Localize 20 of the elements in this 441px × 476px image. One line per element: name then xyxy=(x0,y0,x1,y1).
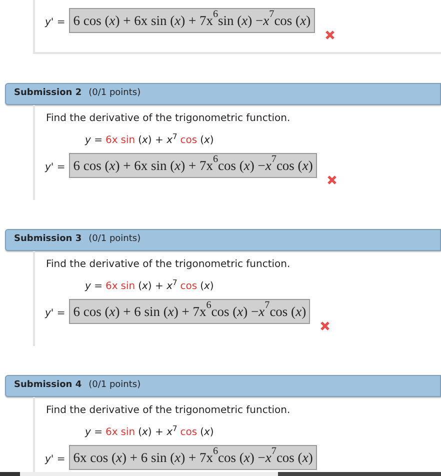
question-text: Find the derivative of the trigonometric function. xyxy=(45,404,292,418)
question-text: Find the derivative of the trigonometric function. xyxy=(45,258,292,272)
answer-field[interactable]: 6 cos (x) + 6 sin (x) + 7x$^{6}$cos (x) −x$^{7}$cos (x) xyxy=(69,299,310,324)
answer-label: y' = xyxy=(45,307,66,321)
answer-label: y' = xyxy=(45,161,66,175)
function-formula: y = 6x sin (x) + x$^{7}$ cos (x) xyxy=(84,279,215,294)
points-label: (0/1 points) xyxy=(88,233,141,246)
function-formula: y = 6x sin (x) + x$^{7}$ cos (x) xyxy=(84,425,215,440)
submission-title: Submission 2 xyxy=(14,87,82,100)
question-text: Find the derivative of the trigonometric function. xyxy=(45,112,292,126)
function-formula: y = 6x sin (x) + x$^{7}$ cos (x) xyxy=(84,133,215,148)
points-label: (0/1 points) xyxy=(88,87,141,100)
answer-label: y' = xyxy=(45,453,66,467)
answer-field[interactable]: 6x cos (x) + 6 sin (x) + 7x$^{6}$cos (x) −x$^{7}$cos (x) xyxy=(69,445,317,470)
answer-field[interactable]: 6 cos (x) + 6x sin (x) + 7x$^{6}$cos (x) −x$^{7}$cos (x) xyxy=(69,153,317,178)
points-label: (0/1 points) xyxy=(88,379,141,392)
submission-title: Submission 4 xyxy=(14,379,82,392)
submission-title: Submission 3 xyxy=(14,233,82,246)
answer-field[interactable]: 6 cos (x) + 6x sin (x) + 7x$^{6}$sin (x) −x$^{7}$cos (x) xyxy=(69,8,315,33)
answer-label: y' = xyxy=(45,16,66,30)
